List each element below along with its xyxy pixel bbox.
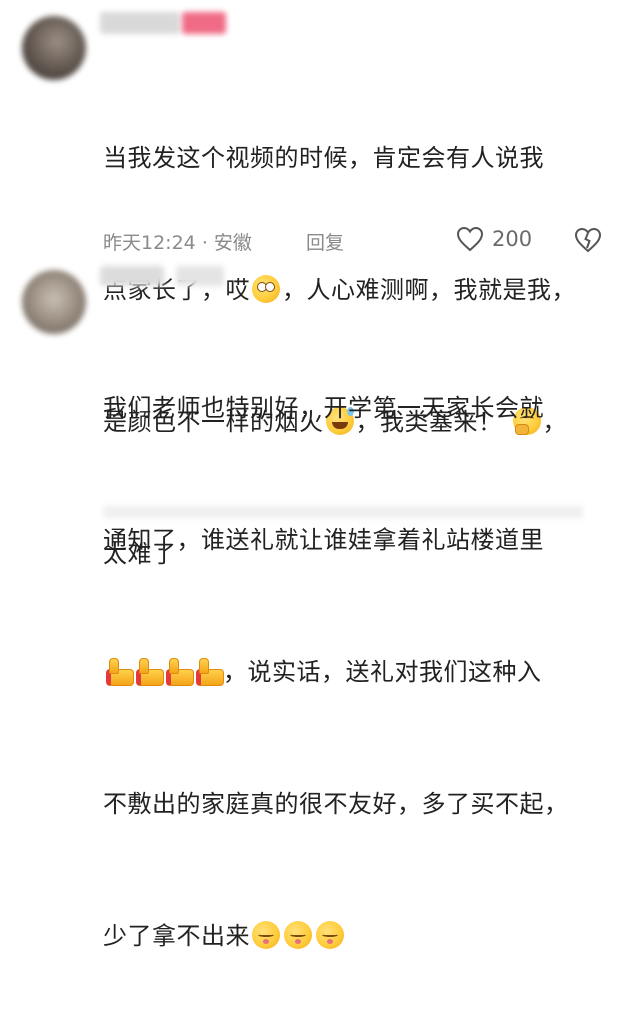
- like-button[interactable]: 200: [456, 226, 532, 252]
- badge-blurred: [182, 12, 226, 34]
- comment-line: 当我发这个视频的时候，肯定会有人说我: [103, 144, 544, 172]
- heart-icon: [456, 226, 484, 252]
- comment-line: 我们老师也特别好，开学第一天家长会就: [103, 394, 544, 422]
- reply-button[interactable]: 回复: [306, 228, 344, 255]
- comment-meta: 昨天12:24 · 安徽: [103, 228, 252, 255]
- pouting-icon: [284, 921, 312, 949]
- thumbs-up-icon: [163, 657, 194, 686]
- separator: ·: [201, 232, 208, 254]
- location: 安徽: [213, 232, 252, 254]
- cropped-text-blurred: [103, 506, 583, 518]
- avatar[interactable]: [22, 16, 86, 80]
- thumbs-up-icon: [193, 657, 224, 686]
- comment-line: ，说实话，送礼对我们这种入: [103, 650, 613, 694]
- comment-line: 通知了，谁送礼就让谁娃拿着礼站楼道里: [103, 526, 544, 554]
- username-blurred[interactable]: [100, 266, 164, 286]
- thumbs-up-icon: [103, 657, 134, 686]
- like-count: 200: [492, 227, 533, 251]
- comment-text: 我们老师也特别好，开学第一天家长会就 通知了，谁送礼就让谁娃拿着礼站楼道里 ，说…: [103, 298, 613, 1030]
- username-blurred[interactable]: [100, 12, 180, 34]
- avatar[interactable]: [22, 270, 86, 334]
- broken-heart-icon[interactable]: [573, 226, 603, 254]
- comment-line: 少了拿不出来: [103, 914, 613, 958]
- pouting-icon: [252, 921, 280, 949]
- username-blurred: [176, 266, 224, 286]
- timestamp: 昨天12:24: [103, 232, 196, 254]
- comment-line: 不敷出的家庭真的很不友好，多了买不起，: [103, 790, 569, 818]
- pouting-icon: [316, 921, 344, 949]
- thumbs-up-icon: [133, 657, 164, 686]
